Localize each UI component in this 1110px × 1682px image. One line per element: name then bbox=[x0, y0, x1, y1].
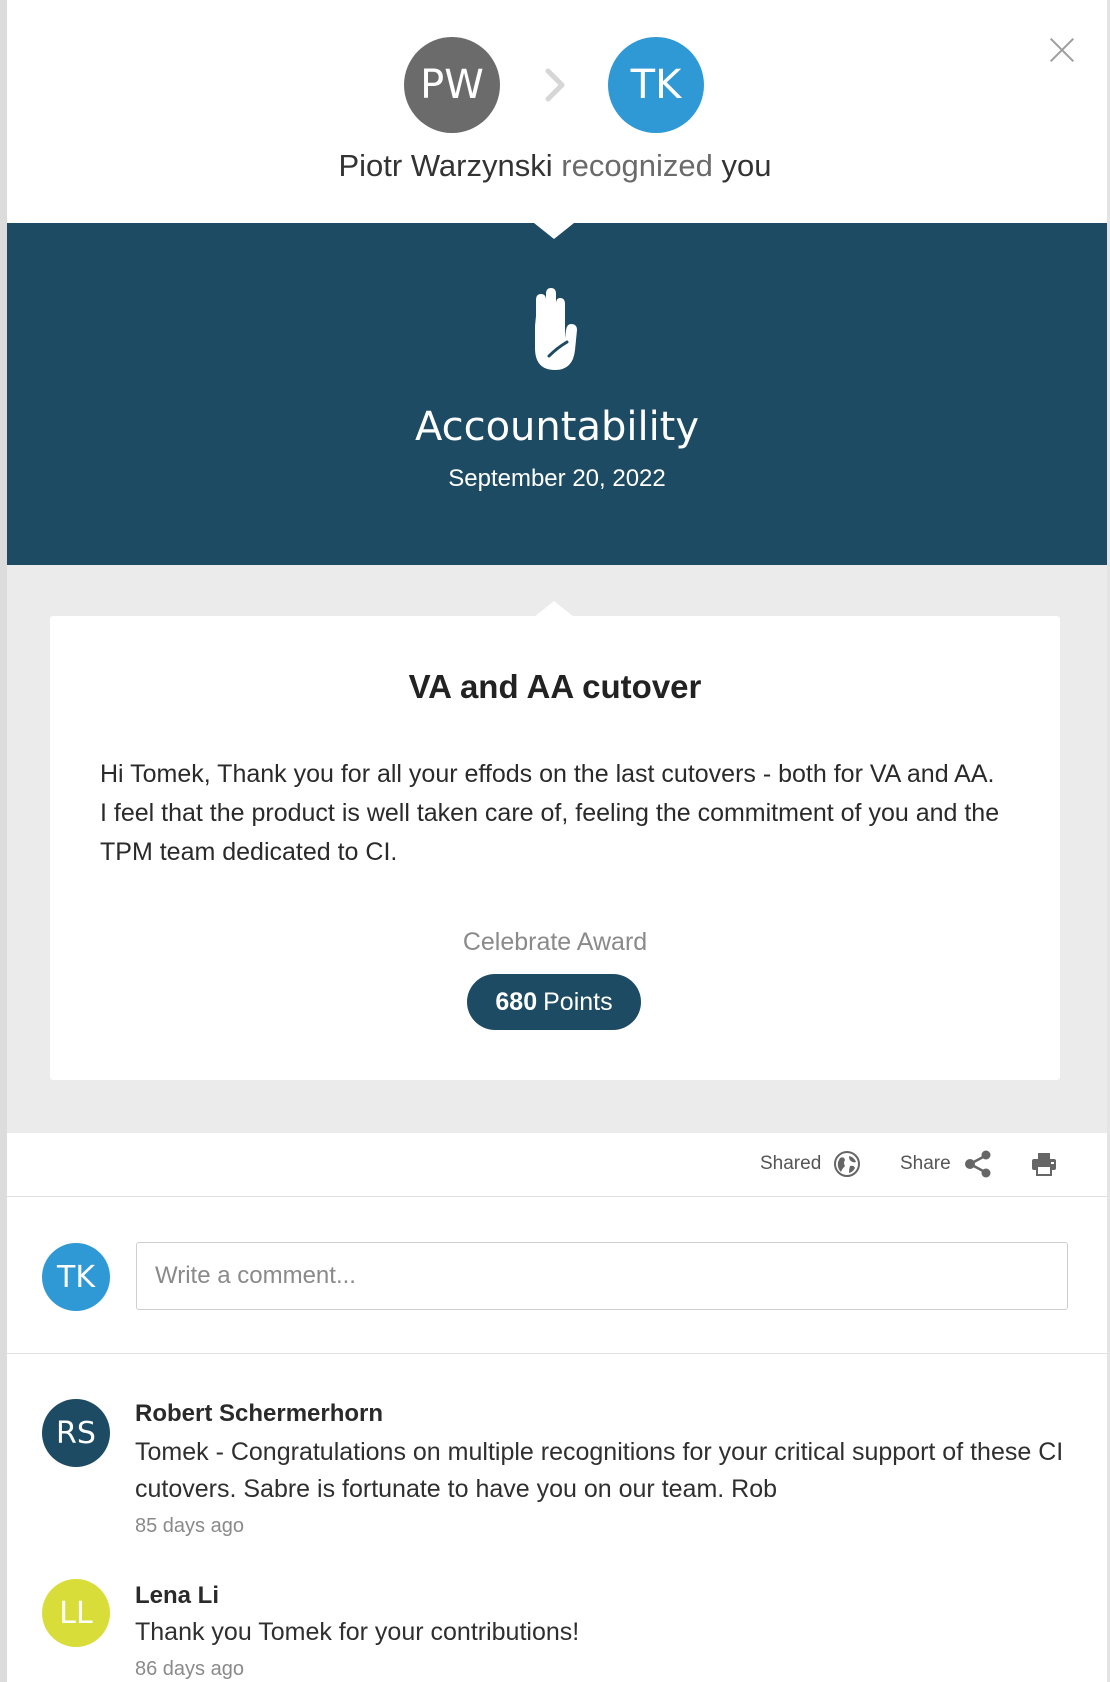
comment-avatar-ll[interactable]: LL bbox=[42, 1579, 110, 1647]
giver-name[interactable]: Piotr Warzynski bbox=[338, 148, 552, 183]
recognition-date: September 20, 2022 bbox=[448, 465, 666, 492]
comment-avatar-rs[interactable]: RS bbox=[42, 1399, 110, 1467]
points-value: 680 bbox=[495, 987, 538, 1016]
giver-avatar[interactable]: PW bbox=[404, 37, 500, 133]
recognition-modal: PW TK Piotr Warzynski recognized you Acc… bbox=[0, 0, 1110, 1682]
close-icon[interactable] bbox=[1046, 34, 1078, 66]
share-label: Share bbox=[900, 1153, 951, 1174]
share-icon bbox=[964, 1150, 991, 1178]
card-message: Hi Tomek, Thank you for all your effods … bbox=[100, 760, 1000, 866]
shared-button[interactable]: Shared bbox=[760, 1147, 861, 1181]
value-title: Accountability bbox=[414, 404, 700, 450]
chevron-right-icon bbox=[545, 68, 565, 102]
comment-text: Tomek - Congratulations on multiple reco… bbox=[135, 1438, 1064, 1503]
headline-object: you bbox=[721, 148, 772, 183]
comment-text: Thank you Tomek for your contributions! bbox=[135, 1618, 580, 1646]
banner-notch bbox=[534, 223, 574, 239]
value-banner bbox=[7, 223, 1107, 565]
comment-timestamp: 85 days ago bbox=[135, 1515, 244, 1537]
receiver-avatar[interactable]: TK bbox=[608, 37, 704, 133]
headline-verb: recognized bbox=[561, 148, 713, 183]
comment-timestamp: 86 days ago bbox=[135, 1658, 244, 1680]
points-unit: Points bbox=[543, 987, 613, 1016]
commenter-avatar: TK bbox=[42, 1243, 110, 1311]
raised-hand-icon bbox=[535, 288, 577, 370]
shared-label: Shared bbox=[760, 1153, 822, 1174]
card-title: VA and AA cutover bbox=[408, 668, 702, 705]
share-button[interactable]: Share bbox=[900, 1147, 993, 1181]
left-edge bbox=[0, 0, 7, 1682]
points-badge[interactable]: 680 Points bbox=[467, 974, 641, 1030]
print-button[interactable] bbox=[1030, 1147, 1058, 1181]
comments-divider bbox=[7, 1353, 1107, 1354]
card-notch bbox=[534, 601, 574, 617]
globe-icon bbox=[834, 1151, 861, 1177]
award-label: Celebrate Award bbox=[462, 928, 648, 956]
comment-author[interactable]: Robert Schermerhorn bbox=[135, 1400, 383, 1428]
comment-author[interactable]: Lena Li bbox=[135, 1582, 219, 1610]
comment-input[interactable] bbox=[136, 1242, 1068, 1310]
recognition-headline: Piotr Warzynski recognized you bbox=[0, 148, 1110, 184]
printer-icon bbox=[1032, 1153, 1056, 1176]
